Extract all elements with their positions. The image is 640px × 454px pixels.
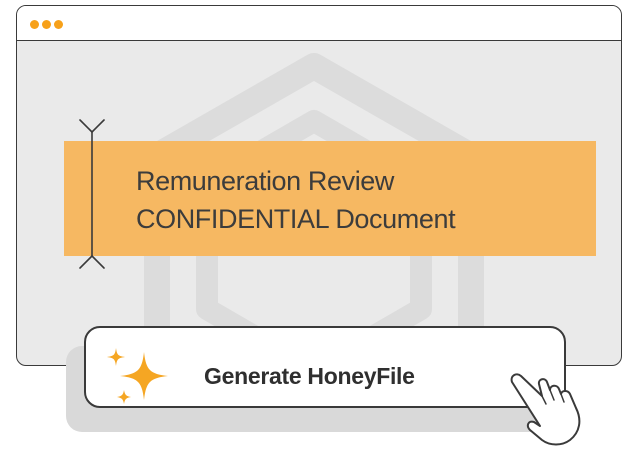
- document-title-line2: CONFIDENTIAL Document: [136, 204, 456, 234]
- generate-honeyfile-label[interactable]: Generate HoneyFile: [204, 363, 415, 390]
- document-title-line1: Remuneration Review: [136, 166, 395, 196]
- sparkle-icon: [107, 348, 168, 404]
- document-title: Remuneration Review CONFIDENTIAL Documen…: [136, 162, 456, 238]
- text-cursor-icon: [79, 119, 105, 269]
- hand-pointer-icon: [510, 373, 581, 446]
